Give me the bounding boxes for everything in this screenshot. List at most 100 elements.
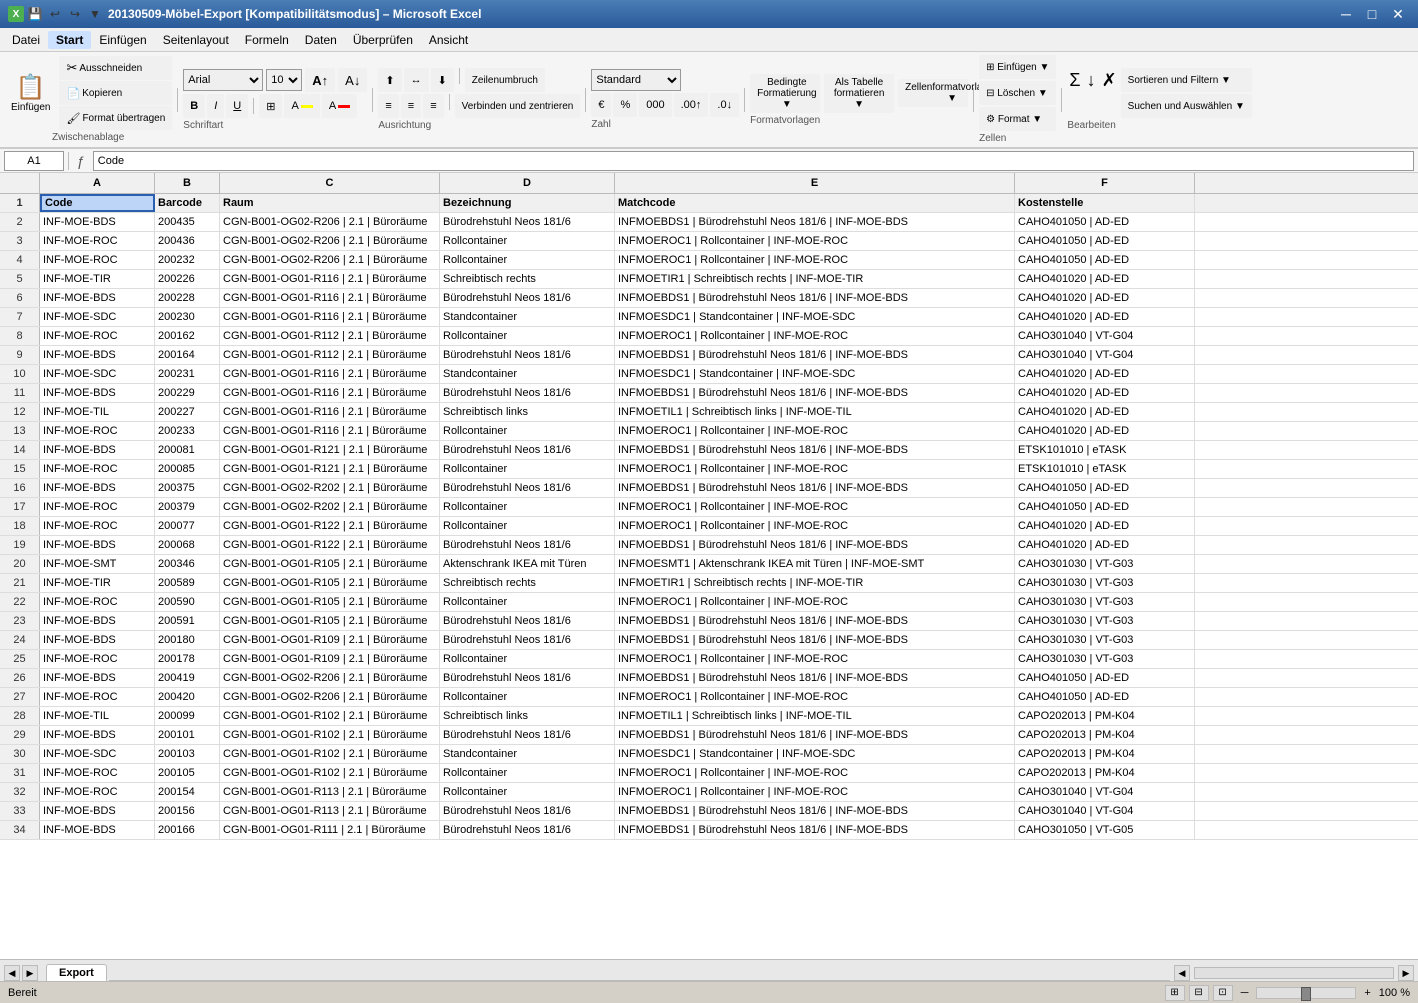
cell-barcode[interactable]: 200346 [155, 555, 220, 573]
cell-barcode[interactable]: 200166 [155, 821, 220, 839]
maximize-btn[interactable]: □ [1360, 4, 1384, 24]
cell-matchcode[interactable]: INFMOEROC1 | Rollcontainer | INF-MOE-ROC [615, 783, 1015, 801]
merge-center-btn[interactable]: Verbinden und zentrieren [455, 94, 581, 118]
menu-datei[interactable]: Datei [4, 31, 48, 49]
cell-barcode[interactable]: 200103 [155, 745, 220, 763]
cell-barcode[interactable]: 200589 [155, 574, 220, 592]
conditional-formatting-btn[interactable]: Bedingte Formatierung ▼ [750, 74, 820, 113]
cell-kostenstelle[interactable]: CAHO401050 | AD-ED [1015, 232, 1195, 250]
cell-matchcode[interactable]: INFMOESMT1 | Aktenschrank IKEA mit Türen… [615, 555, 1015, 573]
cell-code[interactable]: INF-MOE-TIL [40, 403, 155, 421]
cell-barcode[interactable]: 200420 [155, 688, 220, 706]
cell-barcode[interactable]: 200228 [155, 289, 220, 307]
cell-styles-btn[interactable]: Zellenformatvorlagen ▼ [898, 79, 968, 107]
cell-matchcode[interactable]: INFMOESDC1 | Standcontainer | INF-MOE-SD… [615, 308, 1015, 326]
cell-kostenstelle[interactable]: CAHO301040 | VT-G04 [1015, 346, 1195, 364]
cell-kostenstelle[interactable]: CAHO401020 | AD-ED [1015, 536, 1195, 554]
cell-barcode[interactable]: 200178 [155, 650, 220, 668]
align-center-btn[interactable]: ≡ [401, 94, 421, 118]
cell-raum[interactable]: CGN-B001-OG01-R105 | 2.1 | Büroräume [220, 574, 440, 592]
cell-bezeichnung[interactable]: Rollcontainer [440, 650, 615, 668]
cut-btn[interactable]: ✂ Ausschneiden [59, 56, 172, 80]
cell-barcode[interactable]: 200226 [155, 270, 220, 288]
find-select-btn[interactable]: Suchen und Auswählen ▼ [1121, 94, 1252, 118]
copy-btn[interactable]: 📄 Kopieren [59, 81, 172, 105]
cell-matchcode[interactable]: INFMOEROC1 | Rollcontainer | INF-MOE-ROC [615, 650, 1015, 668]
col-header-b[interactable]: B [155, 173, 220, 193]
cell-bezeichnung[interactable]: Schreibtisch links [440, 707, 615, 725]
cell-code[interactable]: INF-MOE-SDC [40, 308, 155, 326]
cell-code[interactable]: INF-MOE-BDS [40, 213, 155, 231]
font-increase-btn[interactable]: A↑ [305, 68, 335, 92]
cell-barcode[interactable]: 200436 [155, 232, 220, 250]
align-middle-btn[interactable]: ↔ [404, 68, 429, 92]
cell-barcode[interactable]: 200230 [155, 308, 220, 326]
cell-kostenstelle[interactable]: CAHO401020 | AD-ED [1015, 289, 1195, 307]
col-header-a[interactable]: A [40, 173, 155, 193]
cell-barcode[interactable]: 200375 [155, 479, 220, 497]
cell-code[interactable]: INF-MOE-ROC [40, 498, 155, 516]
cell-raum[interactable]: CGN-B001-OG01-R113 | 2.1 | Büroräume [220, 783, 440, 801]
cell-matchcode[interactable]: INFMOEBDS1 | Bürodrehstuhl Neos 181/6 | … [615, 213, 1015, 231]
cell-matchcode[interactable]: INFMOETIR1 | Schreibtisch rechts | INF-M… [615, 574, 1015, 592]
cell-code[interactable]: INF-MOE-ROC [40, 783, 155, 801]
cell-code[interactable]: INF-MOE-BDS [40, 479, 155, 497]
cell-raum[interactable]: CGN-B001-OG02-R202 | 2.1 | Büroräume [220, 498, 440, 516]
cell-kostenstelle[interactable]: CAHO401020 | AD-ED [1015, 422, 1195, 440]
align-bottom-btn[interactable]: ⬇ [431, 68, 454, 92]
cell-raum[interactable]: CGN-B001-OG01-R116 | 2.1 | Büroräume [220, 422, 440, 440]
cell-barcode[interactable]: 200101 [155, 726, 220, 744]
cell-raum[interactable]: CGN-B001-OG01-R122 | 2.1 | Büroräume [220, 517, 440, 535]
cell-barcode[interactable]: Barcode [155, 194, 220, 212]
quick-access-toolbar[interactable]: X 💾 ↩ ↪ ▼ [8, 5, 104, 23]
cell-bezeichnung[interactable]: Bürodrehstuhl Neos 181/6 [440, 802, 615, 820]
scroll-left-btn[interactable]: ◀ [1174, 965, 1190, 981]
zoom-slider[interactable] [1256, 987, 1356, 999]
scroll-right-btn[interactable]: ▶ [1398, 965, 1414, 981]
cell-code[interactable]: INF-MOE-BDS [40, 536, 155, 554]
cell-raum[interactable]: CGN-B001-OG02-R206 | 2.1 | Büroräume [220, 688, 440, 706]
cell-barcode[interactable]: 200379 [155, 498, 220, 516]
cell-code[interactable]: INF-MOE-ROC [40, 764, 155, 782]
cell-barcode[interactable]: 200068 [155, 536, 220, 554]
cell-bezeichnung[interactable]: Schreibtisch rechts [440, 270, 615, 288]
cell-code[interactable]: INF-MOE-ROC [40, 688, 155, 706]
menu-seitenlayout[interactable]: Seitenlayout [155, 31, 237, 49]
cell-bezeichnung[interactable]: Rollcontainer [440, 783, 615, 801]
cell-raum[interactable]: CGN-B001-OG01-R102 | 2.1 | Büroräume [220, 764, 440, 782]
cell-kostenstelle[interactable]: CAHO401050 | AD-ED [1015, 479, 1195, 497]
cell-bezeichnung[interactable]: Rollcontainer [440, 460, 615, 478]
cell-bezeichnung[interactable]: Rollcontainer [440, 232, 615, 250]
menu-start[interactable]: Start [48, 31, 91, 49]
cell-raum[interactable]: CGN-B001-OG01-R109 | 2.1 | Büroräume [220, 650, 440, 668]
cell-matchcode[interactable]: INFMOEBDS1 | Bürodrehstuhl Neos 181/6 | … [615, 384, 1015, 402]
cell-matchcode[interactable]: INFMOEROC1 | Rollcontainer | INF-MOE-ROC [615, 251, 1015, 269]
cell-barcode[interactable]: 200099 [155, 707, 220, 725]
cell-bezeichnung[interactable]: Bürodrehstuhl Neos 181/6 [440, 479, 615, 497]
cell-kostenstelle[interactable]: CAPO202013 | PM-K04 [1015, 745, 1195, 763]
save-quick-btn[interactable]: 💾 [26, 5, 44, 23]
cell-kostenstelle[interactable]: CAHO401020 | AD-ED [1015, 403, 1195, 421]
cell-bezeichnung[interactable]: Bürodrehstuhl Neos 181/6 [440, 441, 615, 459]
cell-barcode[interactable]: 200435 [155, 213, 220, 231]
cell-bezeichnung[interactable]: Standcontainer [440, 365, 615, 383]
format-as-table-btn[interactable]: Als Tabelle formatieren ▼ [824, 74, 894, 113]
cell-raum[interactable]: Raum [220, 194, 440, 212]
align-top-btn[interactable]: ⬆ [378, 68, 401, 92]
cell-barcode[interactable]: 200231 [155, 365, 220, 383]
scroll-tabs-right-btn[interactable]: ▶ [22, 965, 38, 981]
cell-code[interactable]: INF-MOE-BDS [40, 346, 155, 364]
page-layout-btn[interactable]: ⊟ [1189, 985, 1209, 1001]
cell-matchcode[interactable]: INFMOEBDS1 | Bürodrehstuhl Neos 181/6 | … [615, 441, 1015, 459]
cell-matchcode[interactable]: INFMOESDC1 | Standcontainer | INF-MOE-SD… [615, 365, 1015, 383]
cell-raum[interactable]: CGN-B001-OG02-R206 | 2.1 | Büroräume [220, 232, 440, 250]
zoom-plus-btn[interactable]: + [1364, 987, 1370, 999]
cell-kostenstelle[interactable]: ETSK101010 | eTASK [1015, 441, 1195, 459]
delete-cells-btn[interactable]: ⊟ Löschen ▼ [979, 81, 1056, 105]
view-buttons[interactable]: ⊞ ⊟ ⊡ [1165, 985, 1233, 1001]
cell-code[interactable]: INF-MOE-BDS [40, 726, 155, 744]
cell-bezeichnung[interactable]: Standcontainer [440, 745, 615, 763]
cell-code[interactable]: INF-MOE-BDS [40, 384, 155, 402]
zoom-thumb[interactable] [1301, 987, 1311, 1001]
cell-matchcode[interactable]: INFMOETIL1 | Schreibtisch links | INF-MO… [615, 403, 1015, 421]
